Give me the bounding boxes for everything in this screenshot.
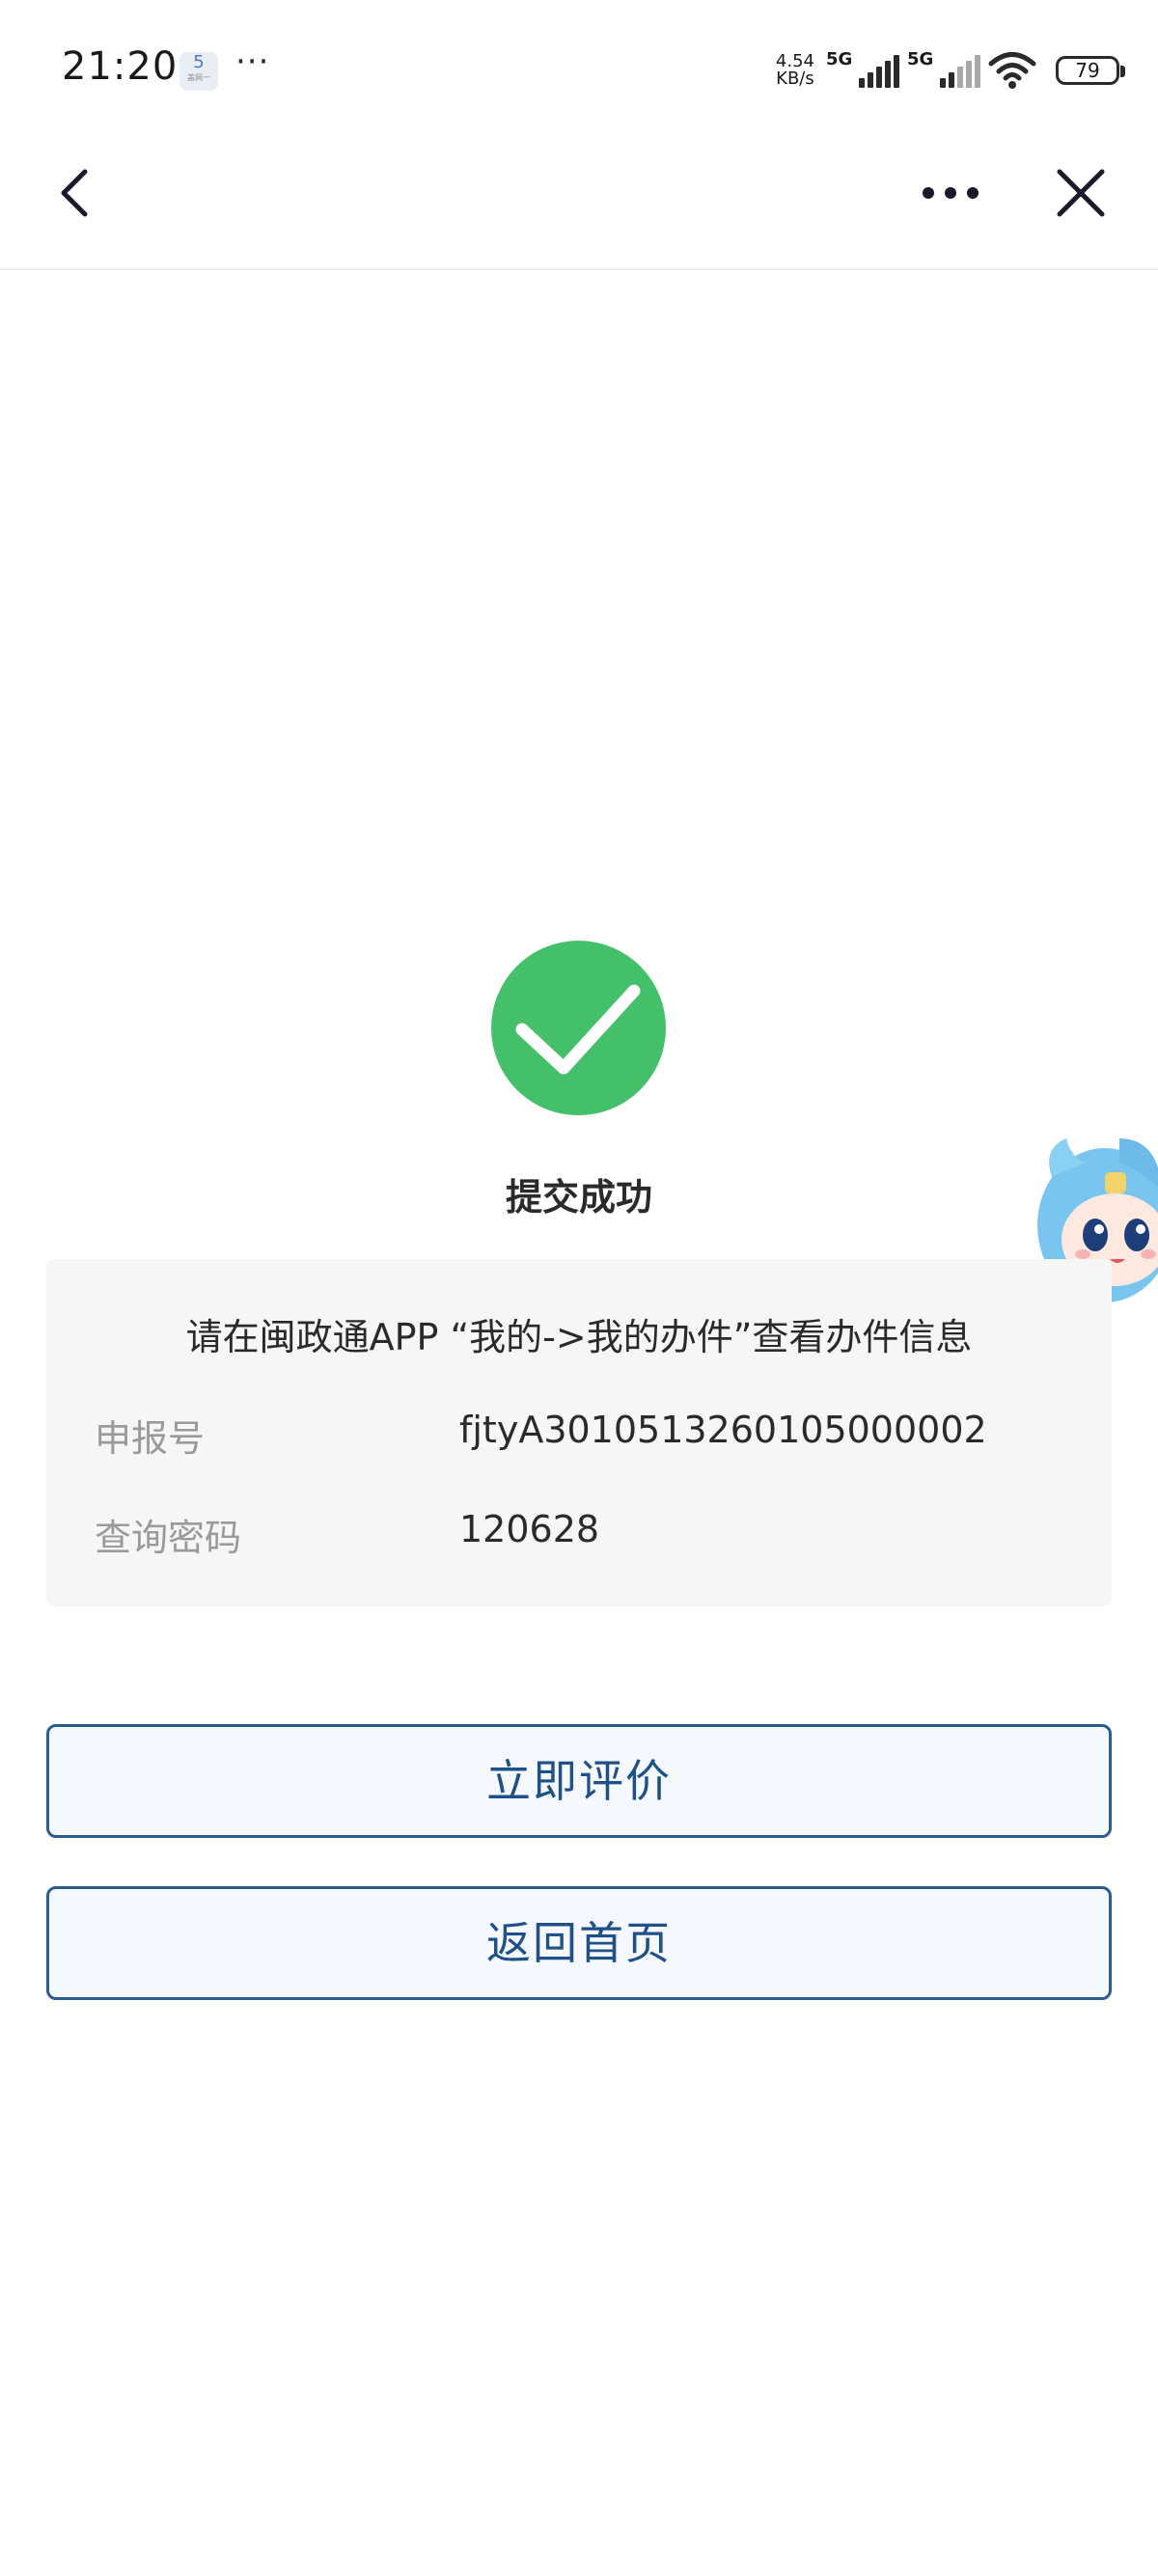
signal-1-label: 5G [826, 49, 853, 69]
info-row-value: fjtyA3010513260105000002 [459, 1409, 987, 1451]
wifi-icon [988, 51, 1036, 90]
info-row-label: 查询密码 [95, 1517, 242, 1559]
back-to-home-button[interactable]: 返回首页 [46, 1886, 1112, 2000]
more-horizontal-icon [923, 187, 979, 199]
info-row-value: 120628 [459, 1508, 600, 1550]
success-title: 提交成功 [505, 1176, 652, 1219]
network-speed: 4.54 KB/s [776, 53, 814, 88]
notification-badge-caption: 盖网一 [187, 73, 210, 82]
nav-bar [0, 135, 1158, 270]
notification-badge-number: 5 [193, 52, 205, 72]
info-card: 请在闽政通APP “我的->我的办件”查看办件信息 申报号 fjtyA30105… [46, 1259, 1112, 1606]
notification-app-icon: 5 盖网一 [179, 52, 218, 91]
check-circle-icon [491, 941, 666, 1115]
rate-now-button[interactable]: 立即评价 [46, 1724, 1112, 1838]
network-speed-unit: KB/s [776, 69, 814, 89]
info-row-label: 申报号 [95, 1417, 206, 1460]
status-indicators: 4.54 KB/s 5G 5G 79 [776, 48, 1125, 93]
info-row-query-password: 查询密码 120628 [95, 1508, 1060, 1566]
battery-icon: 79 [1056, 56, 1125, 85]
info-row-application-no: 申报号 fjtyA3010513260105000002 [95, 1409, 1060, 1466]
signal-1-icon: 5G [826, 49, 899, 88]
info-hint: 请在闽政通APP “我的->我的办件”查看办件信息 [185, 1316, 973, 1358]
status-bar: 21:20 5 盖网一 ··· 4.54 KB/s 5G 5G 79 [0, 0, 1158, 135]
status-more-icon: ··· [235, 42, 270, 81]
close-button[interactable] [1052, 164, 1110, 222]
signal-2-label: 5G [907, 49, 934, 69]
back-button[interactable] [48, 164, 106, 222]
signal-2-icon: 5G [907, 49, 980, 88]
close-icon [1057, 169, 1105, 217]
more-button[interactable] [917, 174, 984, 212]
status-time: 21:20 [62, 44, 179, 89]
chevron-left-icon [61, 169, 88, 217]
